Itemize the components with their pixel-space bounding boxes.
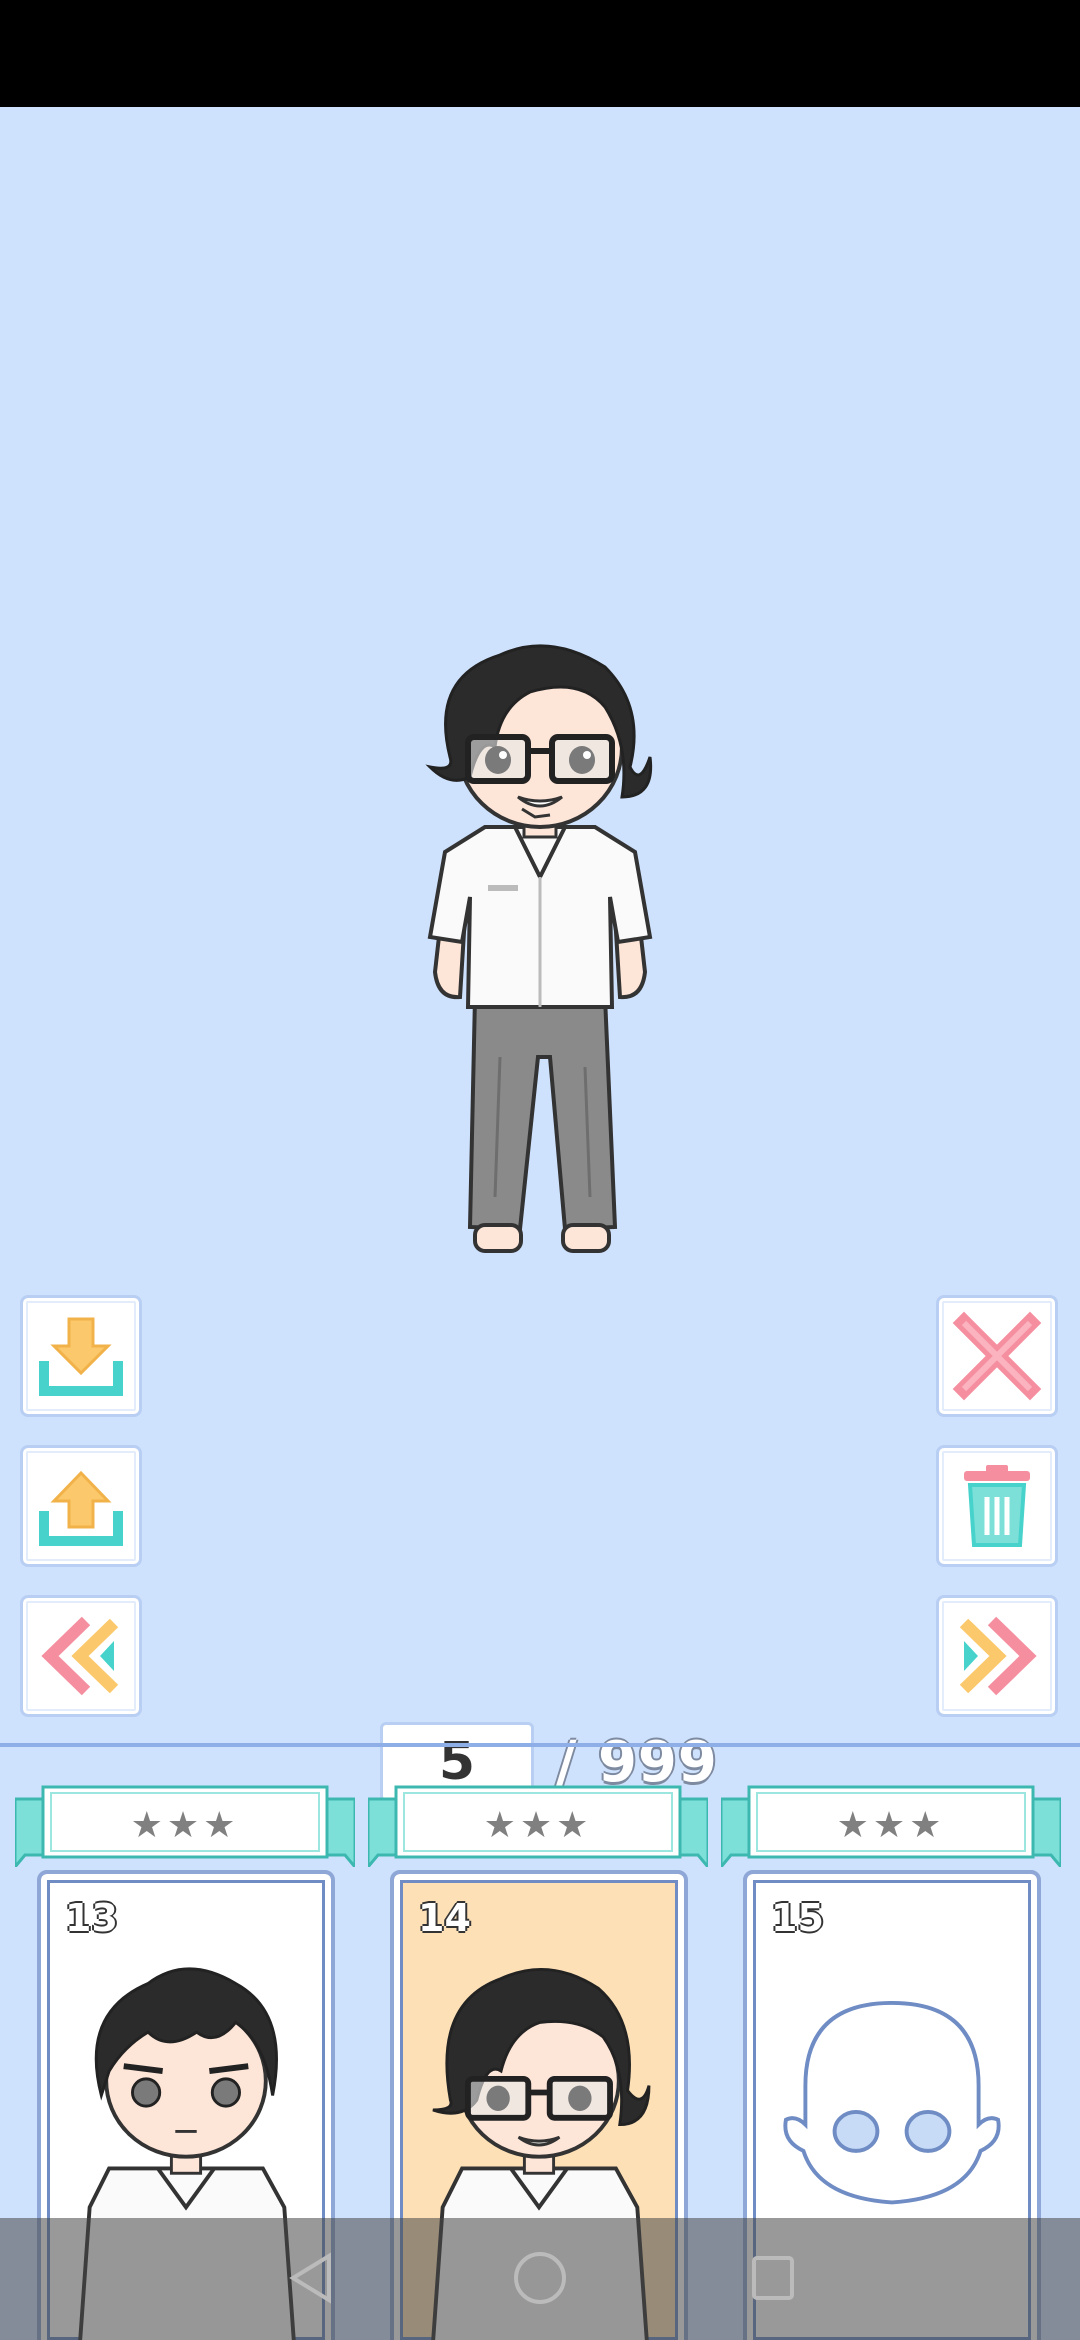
character-preview [425,644,653,1253]
status-bar [0,0,1080,107]
close-button[interactable] [936,1295,1058,1417]
previous-page-button[interactable] [20,1595,142,1717]
home-icon[interactable] [512,2250,568,2306]
download-button[interactable] [20,1295,142,1417]
character-stage: 5 / 999 [0,107,1080,1802]
upload-button[interactable] [20,1445,142,1567]
star-rating: ★★★ [483,1804,593,1846]
system-nav-bar [0,2218,1080,2340]
slot-number: 14 [418,1896,471,1940]
slot-number: 13 [65,1896,118,1940]
next-page-button[interactable] [936,1595,1058,1717]
trash-icon [964,1465,1030,1547]
back-icon[interactable] [285,2250,335,2306]
recents-icon[interactable] [748,2250,796,2306]
delete-button[interactable] [936,1445,1058,1567]
download-icon [39,1317,123,1396]
close-icon [952,1311,1042,1401]
slot-number: 15 [771,1896,824,1940]
previous-page-icon [41,1616,119,1696]
upload-icon [39,1470,123,1546]
star-rating: ★★★ [836,1804,946,1846]
star-rating: ★★★ [130,1804,240,1846]
next-page-icon [959,1616,1037,1696]
divider [0,1743,1080,1747]
